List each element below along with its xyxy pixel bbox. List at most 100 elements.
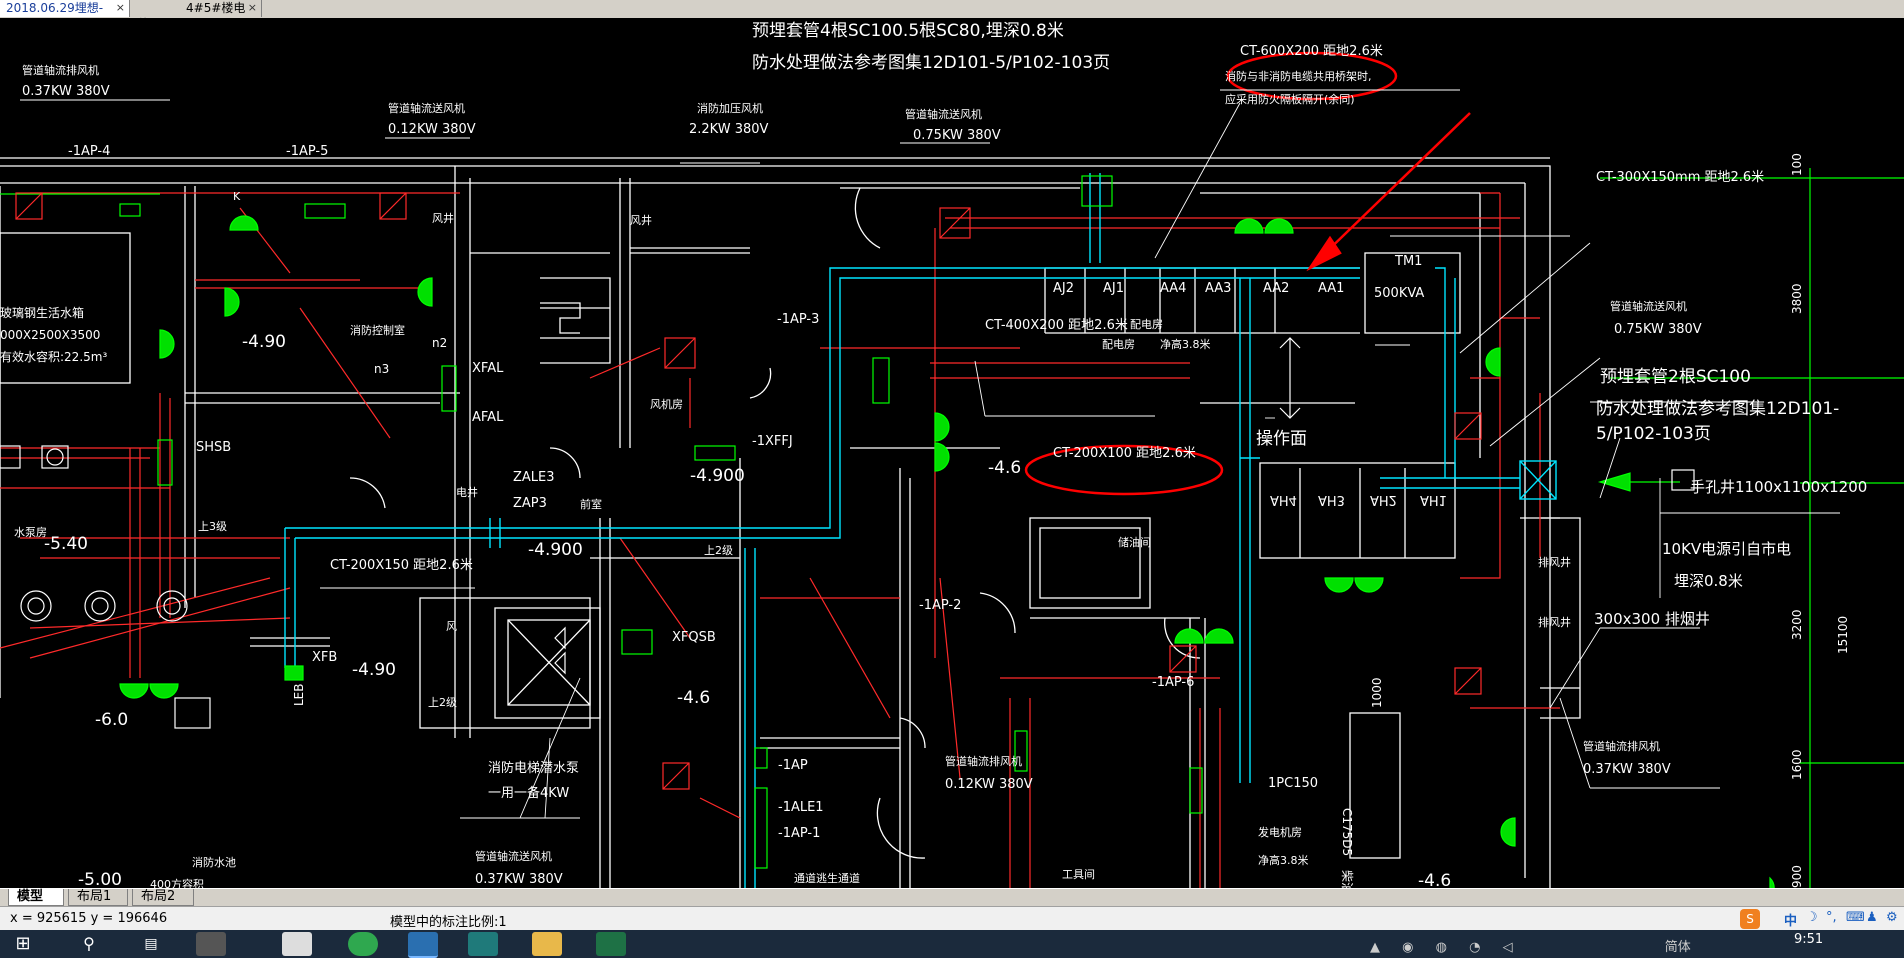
fan-spec: 0.75KW 380V xyxy=(913,128,1001,143)
document-tab[interactable]: 4#5#楼电施_t3 × xyxy=(132,0,262,31)
volume-icon[interactable]: ◁ xyxy=(1503,940,1513,955)
wire-label: n3 xyxy=(374,362,390,376)
cabinet-label: AA3 xyxy=(1205,281,1232,296)
room-label: 储油间 xyxy=(1118,536,1151,549)
fan-title: 管道轴流送风机 xyxy=(475,850,552,863)
fan-title: 管道轴流排风机 xyxy=(22,64,99,77)
room-label: 配电房 xyxy=(1130,318,1163,331)
punctuation-icon[interactable]: °, xyxy=(1826,910,1837,925)
dimension-label: 15100 xyxy=(1836,615,1850,654)
stair-label: 上2级 xyxy=(428,696,457,709)
fan-spec: 0.12KW 380V xyxy=(945,777,1033,792)
excel-app-icon[interactable] xyxy=(596,932,626,956)
drawing-canvas[interactable]: 管道轴流排风机 0.37KW 380V 管道轴流送风机 0.12KW 380V … xyxy=(0,18,1904,888)
keyboard-icon[interactable]: ⌨ xyxy=(1846,910,1865,925)
level-mark: -5.00 xyxy=(78,870,122,888)
panel-label: -1AP xyxy=(778,758,808,773)
panel-label: XFAL xyxy=(472,361,504,376)
tab-model[interactable]: 模型 xyxy=(8,889,64,906)
sogou-ime-icon[interactable]: S xyxy=(1740,909,1760,929)
room-label: 净高3.8米 xyxy=(1258,854,1309,867)
operation-face-label: 操作面 xyxy=(1256,429,1307,449)
generator-model: C175D5 xyxy=(1340,808,1354,857)
tray-label: CT-400X200 距地2.6米 xyxy=(985,318,1128,333)
fan-label-1: 管道轴流排风机 0.37KW 380V xyxy=(22,62,110,99)
task-view-icon[interactable]: ▤ xyxy=(136,932,166,956)
dimension-label: 3200 xyxy=(1790,609,1804,640)
start-button[interactable]: ⊞ xyxy=(8,932,38,956)
search-icon[interactable]: ⚲ xyxy=(74,932,104,956)
panel-label: SHSB xyxy=(196,440,232,455)
close-icon[interactable]: × xyxy=(248,0,257,16)
room-label: 排风井 xyxy=(1538,616,1571,629)
clock[interactable]: 9:51 xyxy=(1794,932,1823,947)
transformer-label: TM1 xyxy=(1395,254,1423,269)
ime-mode[interactable]: 中 xyxy=(1784,910,1797,929)
document-tab-bar: 2018.06.29埋想- × 4#5#楼电施_t3 × xyxy=(0,0,1904,31)
settings-icon[interactable]: ⚙ xyxy=(1886,910,1898,925)
highlight-annotations xyxy=(1024,51,1471,496)
tab-layout1[interactable]: 布局1 xyxy=(68,889,128,906)
close-icon[interactable]: × xyxy=(116,0,125,16)
pipe-note-1: 预埋套管2根SC100 xyxy=(1600,367,1751,387)
room-label: 发电机房 xyxy=(1258,826,1302,839)
room-label: 风井 xyxy=(630,214,652,227)
panel-label: -1AP-5 xyxy=(286,144,329,159)
browser-app-icon[interactable] xyxy=(348,932,378,956)
level-mark: -4.900 xyxy=(528,540,583,560)
room-label: 工具间 xyxy=(1062,868,1095,881)
room-label: 电井 xyxy=(456,486,478,499)
level-mark: -4.6 xyxy=(988,458,1022,478)
power-note-2: 埋深0.8米 xyxy=(1674,572,1743,590)
room-label: 风 xyxy=(446,620,457,633)
panel-label: -1AP-3 xyxy=(777,312,820,327)
mail-app-icon[interactable] xyxy=(282,932,312,956)
tab-layout2[interactable]: 布局2 xyxy=(132,889,194,906)
windows-taskbar: ⊞ ⚲ ▤ ▲ ◉ ◍ ◔ ◁ 简体 9:51 xyxy=(0,930,1904,958)
pipe-note-2: 防水处理做法参考图集12D101-5/P102-103页 xyxy=(1596,399,1840,444)
cabinet-label: AA4 xyxy=(1160,281,1187,296)
tray-label: CT-200X150 距地2.6米 xyxy=(330,558,473,573)
fan-title: 管道轴流送风机 xyxy=(388,102,465,115)
annotation-scale: 模型中的标注比例:1 xyxy=(390,915,507,930)
room-label: 水泵房 xyxy=(14,526,47,539)
fan-spec: 0.37KW 380V xyxy=(475,872,563,887)
panel-label: -1XFFJ xyxy=(752,434,793,449)
level-mark: -4.6 xyxy=(1418,871,1452,888)
panel-label: XFB xyxy=(312,650,338,665)
document-tab-active[interactable]: 2018.06.29埋想- × xyxy=(0,0,130,17)
fan-title: 管道轴流排风机 xyxy=(945,755,1022,768)
fan-spec: 2.2KW 380V xyxy=(689,122,769,137)
cloud-app-icon[interactable] xyxy=(196,932,226,956)
document-tab-label: 2018.06.29埋想- xyxy=(6,1,104,15)
room-label: 消防水池 xyxy=(192,856,236,869)
network-icon[interactable]: ◔ xyxy=(1469,940,1480,955)
fan-label-8: 管道轴流送风机 0.37KW 380V xyxy=(475,848,563,887)
moon-icon[interactable]: ☽ xyxy=(1806,910,1818,925)
cabinet-label: AJ2 xyxy=(1053,281,1074,296)
input-method[interactable]: 简体 xyxy=(1665,940,1691,955)
dimension-label: 1600 xyxy=(1790,749,1804,780)
tank-line: 000X2500X3500 xyxy=(0,328,101,342)
misc-symbols xyxy=(0,337,1695,729)
tray-label: CT-300X150mm 距地2.6米 xyxy=(1596,170,1765,185)
tray-icon[interactable]: ◍ xyxy=(1436,940,1447,955)
generator-power: 柴油发电机128KW xyxy=(1340,870,1354,888)
tray-note-2: 应采用防火隔板隔开(余同) xyxy=(1225,93,1355,106)
cabinet-label: AH1 xyxy=(1420,492,1447,507)
cad-app-icon-2[interactable] xyxy=(468,932,498,956)
layout-tab-bar: 模型 布局1 布局2 xyxy=(0,888,1904,907)
fan-spec: 0.37KW 380V xyxy=(22,84,110,99)
fan-title: 消防加压风机 xyxy=(697,102,763,115)
cad-app-icon[interactable] xyxy=(408,932,438,958)
room-label: 配电房 xyxy=(1102,338,1135,351)
folder-app-icon[interactable] xyxy=(532,932,562,956)
user-icon[interactable]: ♟ xyxy=(1866,910,1878,925)
cursor-coordinates: x = 925615 y = 196646 xyxy=(10,911,168,926)
cabinet-label: AJ1 xyxy=(1103,281,1124,296)
fan-label-5: 管道轴流送风机 0.75KW 380V xyxy=(1610,298,1702,337)
tray-icon[interactable]: ◉ xyxy=(1402,940,1413,955)
tray-icon[interactable]: ▲ xyxy=(1370,940,1380,955)
panel-label: ZAP3 xyxy=(513,496,547,511)
panel-label: -1ALE1 xyxy=(778,800,824,815)
